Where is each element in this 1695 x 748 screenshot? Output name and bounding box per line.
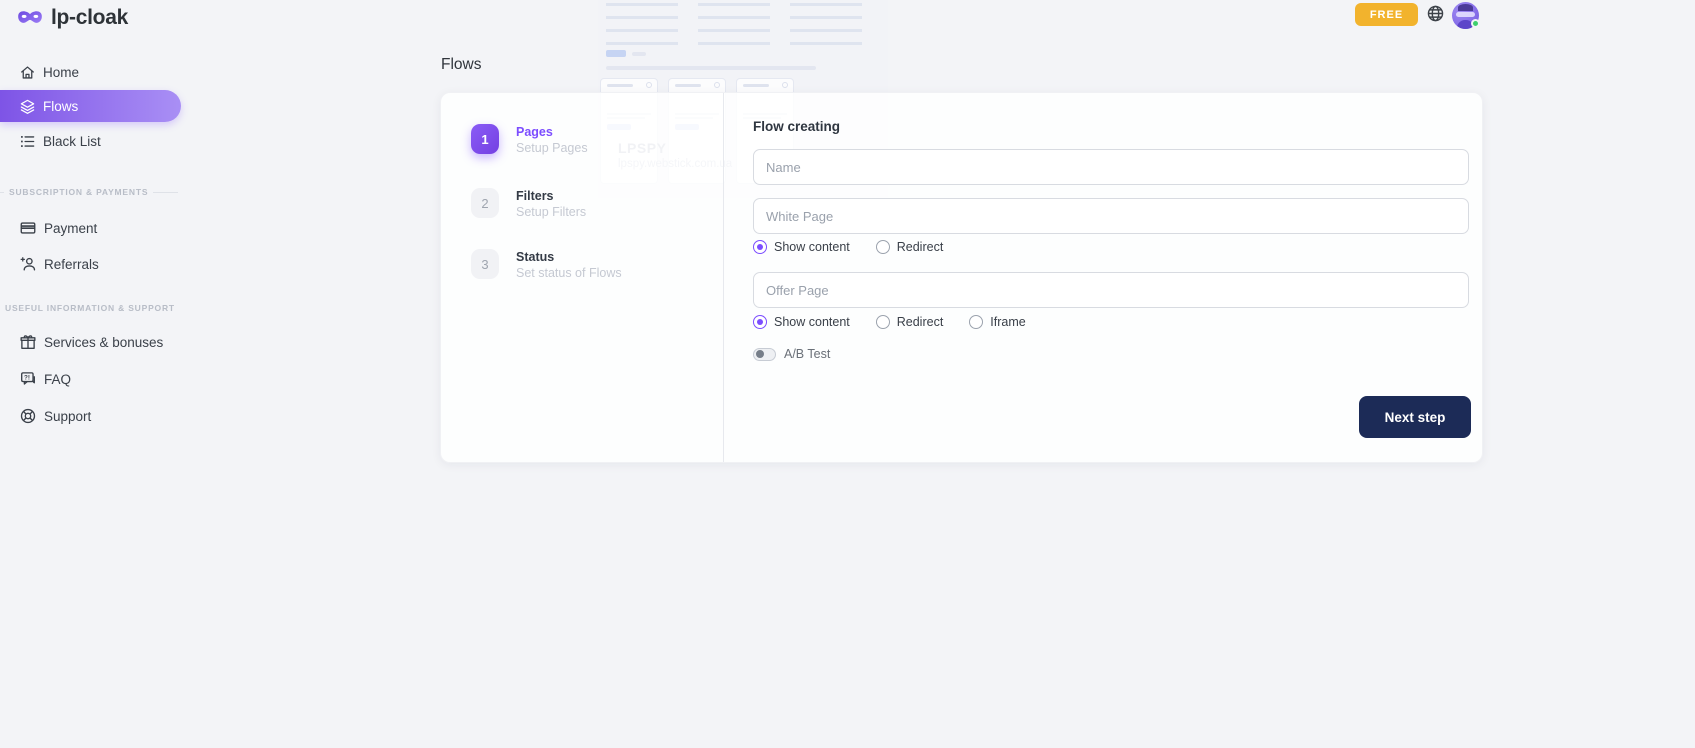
- white-page-mode-group: Show content Redirect: [753, 239, 943, 255]
- sidebar-item-label: Black List: [43, 134, 101, 149]
- offer-page-show-content-radio[interactable]: Show content: [753, 315, 850, 329]
- offer-page-redirect-radio[interactable]: Redirect: [876, 315, 944, 329]
- sidebar-item-label: Referrals: [44, 257, 99, 272]
- panel-divider: [723, 93, 724, 462]
- ghost-bar: [632, 52, 646, 56]
- section-title: SUBSCRIPTION & PAYMENTS: [9, 187, 148, 197]
- offer-page-mode-group: Show content Redirect Iframe: [753, 314, 1026, 330]
- sidebar-item-label: FAQ: [44, 372, 71, 387]
- radio-label: Redirect: [897, 315, 944, 329]
- black-list-icon: [19, 133, 36, 150]
- app-logo: lp-cloak: [16, 6, 128, 30]
- white-page-redirect-radio[interactable]: Redirect: [876, 240, 944, 254]
- sidebar-item-support[interactable]: Support: [0, 404, 200, 428]
- radio-dot: [969, 315, 983, 329]
- radio-dot: [753, 315, 767, 329]
- online-status-dot: [1471, 19, 1480, 28]
- ghost-button: [606, 50, 626, 57]
- language-button[interactable]: [1426, 4, 1445, 28]
- sidebar-section-subscription: SUBSCRIPTION & PAYMENTS: [0, 187, 178, 197]
- radio-label: Redirect: [897, 240, 944, 254]
- sidebar-item-label: Flows: [43, 99, 78, 114]
- sidebar-item-home[interactable]: Home: [0, 60, 200, 84]
- sidebar-item-payment[interactable]: Payment: [0, 216, 200, 240]
- step-number: 2: [471, 188, 499, 218]
- avatar-figure: [1458, 4, 1473, 11]
- step-number: 1: [471, 124, 499, 154]
- stepper-step-status[interactable]: 3 Status Set status of Flows: [471, 249, 622, 280]
- sidebar-item-black-list[interactable]: Black List: [0, 129, 200, 153]
- support-icon: [19, 407, 37, 425]
- globe-icon: [1426, 4, 1445, 23]
- next-step-button[interactable]: Next step: [1359, 396, 1471, 438]
- flow-creating-panel: 1 Pages Setup Pages 2 Filters Setup Filt…: [440, 92, 1483, 463]
- sidebar-item-referrals[interactable]: Referrals: [0, 252, 200, 276]
- sidebar-section-support: USEFUL INFORMATION & SUPPORT: [0, 303, 178, 313]
- stepper-step-filters[interactable]: 2 Filters Setup Filters: [471, 188, 586, 219]
- ab-test-toggle[interactable]: [753, 348, 776, 361]
- sidebar-item-label: Support: [44, 409, 91, 424]
- step-title: Pages: [516, 124, 588, 139]
- section-title: USEFUL INFORMATION & SUPPORT: [5, 303, 175, 313]
- step-title: Filters: [516, 188, 586, 203]
- step-title: Status: [516, 249, 622, 264]
- page-title: Flows: [441, 56, 481, 74]
- ab-test-label: A/B Test: [784, 347, 830, 361]
- svg-text:?!: ?!: [24, 375, 30, 382]
- sidebar-item-faq[interactable]: ?! FAQ: [0, 367, 200, 391]
- offer-page-iframe-radio[interactable]: Iframe: [969, 315, 1025, 329]
- radio-label: Iframe: [990, 315, 1025, 329]
- toggle-knob: [756, 350, 764, 358]
- radio-dot: [876, 315, 890, 329]
- step-subtitle: Set status of Flows: [516, 266, 622, 280]
- white-page-input[interactable]: [753, 198, 1469, 234]
- radio-label: Show content: [774, 315, 850, 329]
- gift-icon: [19, 333, 37, 351]
- sidebar-item-flows[interactable]: Flows: [0, 90, 181, 122]
- sidebar-item-label: Payment: [44, 221, 97, 236]
- ghost-form-column: [606, 3, 678, 49]
- sidebar-item-label: Services & bonuses: [44, 335, 163, 350]
- name-input[interactable]: [753, 149, 1469, 185]
- app-name: lp-cloak: [51, 6, 128, 30]
- form-title: Flow creating: [753, 119, 840, 134]
- radio-label: Show content: [774, 240, 850, 254]
- faq-icon: ?!: [19, 370, 37, 388]
- white-page-show-content-radio[interactable]: Show content: [753, 240, 850, 254]
- ghost-bar: [606, 66, 816, 70]
- ghost-form-column: [790, 3, 862, 49]
- sidebar-item-label: Home: [43, 65, 79, 80]
- offer-page-input[interactable]: [753, 272, 1469, 308]
- ghost-form-column: [698, 3, 770, 49]
- home-icon: [19, 64, 36, 81]
- step-subtitle: Setup Pages: [516, 141, 588, 155]
- avatar-mask-band: [1456, 12, 1475, 17]
- flows-icon: [19, 98, 36, 115]
- radio-dot: [753, 240, 767, 254]
- sidebar-item-services[interactable]: Services & bonuses: [0, 330, 200, 354]
- mask-logo-icon: [16, 8, 44, 29]
- payment-icon: [19, 219, 37, 237]
- stepper-step-pages[interactable]: 1 Pages Setup Pages: [471, 124, 588, 155]
- ab-test-toggle-row[interactable]: A/B Test: [753, 347, 830, 361]
- referrals-icon: [19, 255, 37, 273]
- step-subtitle: Setup Filters: [516, 205, 586, 219]
- radio-dot: [876, 240, 890, 254]
- step-number: 3: [471, 249, 499, 279]
- plan-badge[interactable]: FREE: [1355, 3, 1418, 26]
